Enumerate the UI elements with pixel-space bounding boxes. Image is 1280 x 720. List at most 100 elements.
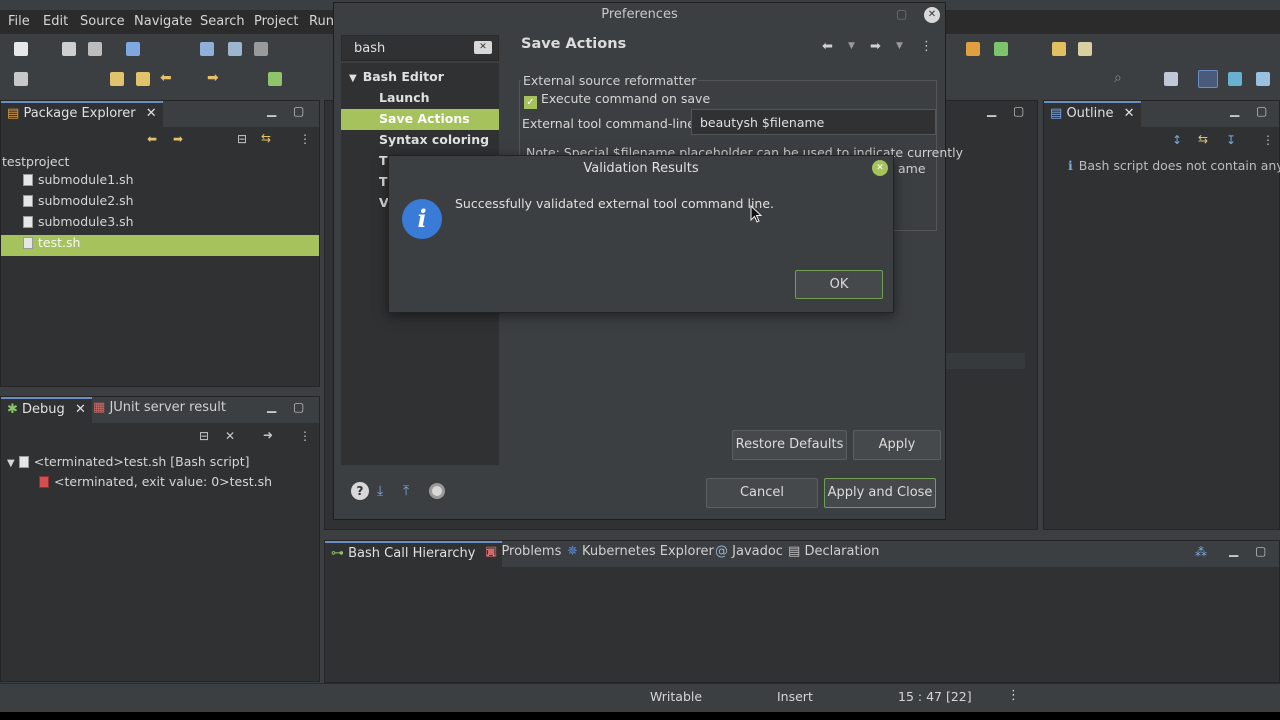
save-all-icon[interactable] (88, 42, 102, 56)
file-row[interactable]: submodule2.sh (1, 193, 319, 214)
sort-icon[interactable]: ↕ (1172, 133, 1182, 147)
remove-launches-icon[interactable]: ⊟ (199, 429, 209, 443)
menu-navigate[interactable]: Navigate (134, 14, 192, 29)
execute-on-save-checkbox[interactable]: ✓ Execute command on save (524, 91, 710, 109)
open-type-icon[interactable] (14, 72, 28, 86)
maximize-icon[interactable]: ▢ (896, 7, 907, 21)
file-row[interactable]: submodule1.sh (1, 172, 319, 193)
tab-outline[interactable]: ▤ Outline ✕ (1044, 101, 1141, 127)
maximize-icon[interactable]: ▢ (293, 400, 304, 414)
git-perspective-icon[interactable] (1256, 72, 1270, 86)
menu-project[interactable]: Project (254, 14, 298, 29)
brush-icon[interactable] (1078, 42, 1092, 56)
tab-bash-call-hierarchy[interactable]: ⊶ Bash Call Hierarchy ✕ (325, 541, 503, 567)
java-perspective-icon[interactable] (1228, 72, 1242, 86)
back-dropdown-icon[interactable]: ▼ (848, 41, 855, 51)
resume-icon[interactable] (200, 42, 214, 56)
plugin-icon[interactable] (966, 42, 980, 56)
file-row[interactable]: submodule3.sh (1, 214, 319, 235)
filter-input[interactable]: bash (354, 41, 385, 56)
forward-icon[interactable]: ➡ (207, 70, 219, 86)
close-icon[interactable]: ✕ (75, 402, 86, 417)
back-icon[interactable]: ⬅ (822, 39, 833, 54)
restore-defaults-button[interactable]: Restore Defaults (732, 430, 847, 460)
close-icon[interactable]: ✕ (924, 7, 940, 23)
prev-annotation-icon[interactable] (110, 72, 124, 86)
minimize-icon[interactable]: ▁ (267, 103, 276, 117)
new-icon[interactable] (14, 42, 28, 56)
open-perspective-icon[interactable] (1164, 72, 1178, 86)
search-icon[interactable]: ⌕ (1114, 70, 1122, 86)
link-editor-icon[interactable]: ⇆ (1198, 132, 1208, 146)
tab-javadoc[interactable]: @ Javadoc (715, 544, 783, 559)
cmd-input[interactable]: beautysh $filename (691, 109, 936, 135)
apply-and-close-button[interactable]: Apply and Close (824, 478, 936, 508)
debug-perspective-icon[interactable] (1198, 70, 1218, 88)
back-nav-icon[interactable]: ⬅ (147, 132, 157, 146)
view-menu-icon[interactable]: ⋮ (299, 429, 311, 443)
forward-nav-icon[interactable]: ➡ (173, 132, 183, 146)
menu-source[interactable]: Source (80, 14, 125, 29)
view-menu-icon[interactable]: ⋮ (299, 132, 311, 146)
tab-package-explorer[interactable]: ▤ Package Explorer ✕ (1, 101, 163, 127)
tree-item-save-actions[interactable]: Save Actions (341, 109, 499, 130)
launch-row[interactable]: ▼ <terminated>test.sh [Bash script] (1, 454, 319, 475)
filter-field[interactable]: bash ✕ (341, 35, 499, 61)
collapse-all-icon[interactable]: ⊟ (237, 132, 247, 146)
forward-dropdown-icon[interactable]: ▼ (896, 41, 903, 51)
minimize-icon[interactable]: ▁ (267, 399, 276, 413)
status-menu-icon[interactable]: ⋮ (1007, 688, 1020, 703)
expand-arrow-icon[interactable]: ▼ (7, 458, 15, 469)
export-icon[interactable]: ⤒ (403, 483, 409, 499)
next-annotation-icon[interactable] (136, 72, 150, 86)
link-editor-icon[interactable]: ⇆ (261, 131, 271, 145)
new-java-class-icon[interactable] (994, 42, 1008, 56)
maximize-icon[interactable]: ▢ (1256, 104, 1267, 118)
layout-icon[interactable]: ⁂ (1195, 545, 1207, 559)
open-folder-icon[interactable] (1052, 42, 1066, 56)
clear-filter-icon[interactable]: ✕ (474, 41, 492, 54)
minimize-icon[interactable]: ▁ (1230, 103, 1239, 117)
maximize-icon[interactable]: ▢ (1255, 544, 1266, 558)
debug-view-icon[interactable] (126, 42, 140, 56)
import-icon[interactable]: ⤓ (377, 483, 383, 499)
cancel-button[interactable]: Cancel (706, 478, 818, 508)
tab-debug[interactable]: ✱ Debug ✕ (1, 397, 92, 423)
remove-all-terminated-icon[interactable]: ✕ (225, 429, 235, 443)
view-menu-icon[interactable]: ⋮ (1262, 133, 1274, 147)
close-icon[interactable]: ✕ (872, 160, 888, 176)
suspend-icon[interactable] (228, 42, 242, 56)
terminate-icon[interactable] (254, 42, 268, 56)
apply-button[interactable]: Apply (853, 430, 941, 460)
tree-item-bash-editor[interactable]: ▼ Bash Editor (341, 67, 499, 88)
minimize-icon[interactable]: ▁ (987, 103, 996, 117)
pin-editor-icon[interactable] (268, 72, 282, 86)
menu-run[interactable]: Run (309, 14, 334, 29)
step-icon[interactable]: ➜ (263, 428, 273, 442)
tab-kubernetes-explorer[interactable]: ✵ Kubernetes Explorer (567, 544, 714, 559)
expand-arrow-icon[interactable]: ▼ (349, 73, 357, 84)
sort-alpha-icon[interactable]: ↧ (1226, 133, 1236, 147)
help-icon[interactable]: ? (351, 482, 369, 500)
tab-problems[interactable]: ▣ Problems (485, 544, 561, 559)
view-menu-icon[interactable]: ⋮ (920, 39, 933, 54)
process-row[interactable]: <terminated, exit value: 0>test.sh (1, 474, 319, 495)
forward-icon[interactable]: ➡ (870, 39, 881, 54)
menu-edit[interactable]: Edit (43, 14, 68, 29)
close-icon[interactable]: ✕ (1124, 106, 1135, 121)
menu-file[interactable]: File (8, 14, 30, 29)
back-icon[interactable]: ⬅ (160, 70, 172, 86)
tab-junit-server-result[interactable]: ▦ JUnit server result (93, 400, 226, 415)
menu-search[interactable]: Search (200, 14, 245, 29)
ok-button[interactable]: OK (795, 270, 883, 299)
tab-declaration[interactable]: ▤ Declaration (788, 544, 879, 559)
save-icon[interactable] (62, 42, 76, 56)
file-row-selected[interactable]: test.sh (1, 235, 319, 256)
maximize-icon[interactable]: ▢ (1013, 104, 1024, 118)
maximize-icon[interactable]: ▢ (293, 104, 304, 118)
tree-item-launch[interactable]: Launch (341, 88, 499, 109)
minimize-icon[interactable]: ▁ (1229, 543, 1238, 557)
record-icon[interactable] (429, 483, 445, 499)
tree-item-syntax-coloring[interactable]: Syntax coloring (341, 130, 499, 151)
close-icon[interactable]: ✕ (146, 106, 157, 121)
